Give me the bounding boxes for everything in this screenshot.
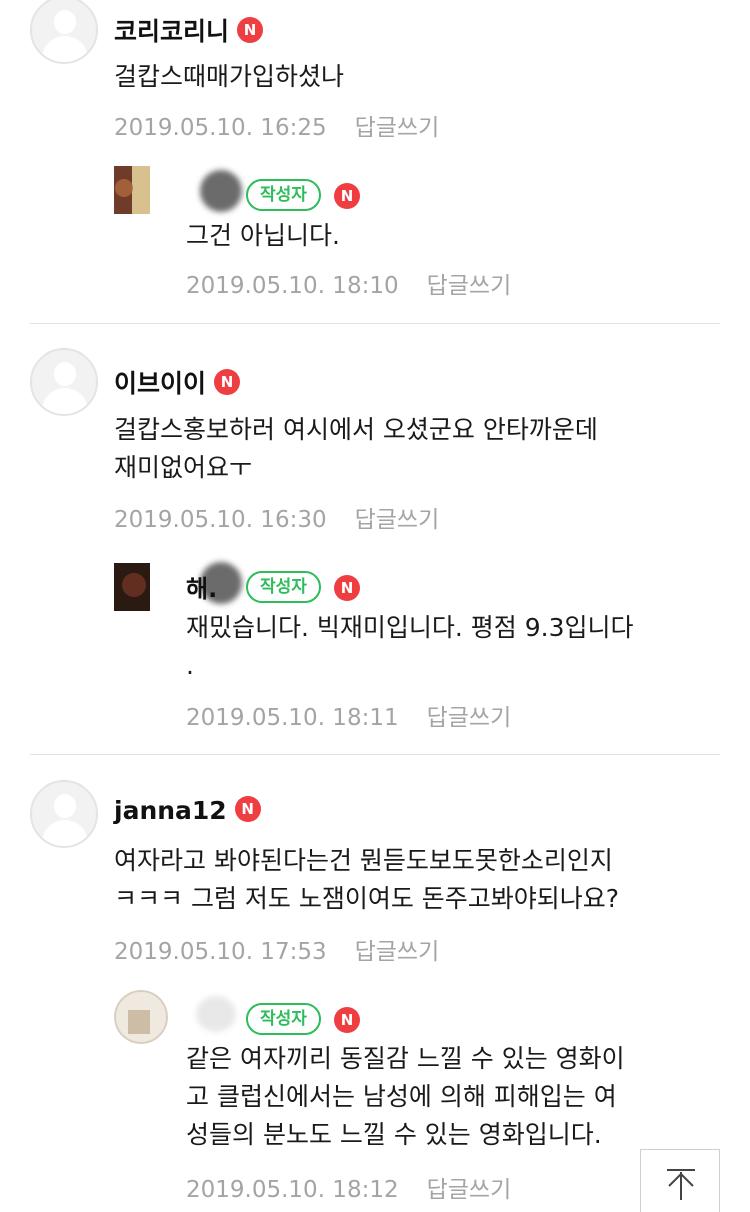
reply-button[interactable]: 답글쓰기 [427,273,512,299]
reply-text: 같은 여자끼리 동질감 느낄 수 있는 영화이 고 클럽신에서는 남성에 의해 … [186,1044,625,1149]
avatar-shoulders-shape [42,820,88,846]
blurred-nickname [200,170,242,212]
reply-meta: 2019.05.10. 18:10 답글쓰기 [186,266,511,300]
new-badge: N [334,575,360,601]
reply-nickname-partial[interactable]: 해. [186,569,217,604]
reply-meta: 2019.05.10. 18:11 답글쓰기 [186,698,511,732]
default-avatar[interactable] [30,348,98,416]
comment-text: 걸캅스때매가입하셨나 [114,62,345,91]
new-badge: N [334,183,360,209]
avatar-shoulders-shape [42,36,88,62]
reply-date: 2019.05.10. 18:12 [186,1177,399,1203]
author-avatar[interactable] [114,563,150,611]
nickname-text[interactable]: 코리코리니 [114,17,229,46]
reply-date: 2019.05.10. 18:10 [186,273,399,299]
comment-nickname[interactable]: janna12 N [114,796,261,825]
avatar-shoulders-shape [42,388,88,414]
comment-meta: 2019.05.10. 16:25 답글쓰기 [114,108,439,142]
reply-button[interactable]: 답글쓰기 [427,705,512,731]
nickname-text[interactable]: 이브이이 [114,369,206,398]
comment-nickname[interactable]: 코리코리니 N [114,12,264,48]
new-badge: N [234,796,261,822]
comment-date: 2019.05.10. 16:25 [114,115,327,141]
divider [30,754,720,755]
reply-button[interactable]: 답글쓰기 [355,939,440,965]
nickname-text[interactable]: janna12 [114,796,227,825]
avatar-head-shape [54,362,76,386]
avatar-head-shape [54,10,76,34]
default-avatar[interactable] [30,0,98,64]
author-avatar[interactable] [114,990,168,1044]
avatar-head-shape [54,794,76,818]
divider [30,323,720,324]
reply-button[interactable]: 답글쓰기 [355,115,440,141]
comment-meta: 2019.05.10. 17:53 답글쓰기 [114,932,439,966]
author-badge: 작성자 [246,571,321,603]
comment-date: 2019.05.10. 16:30 [114,507,327,533]
comment-date: 2019.05.10. 17:53 [114,939,327,965]
comment-meta: 2019.05.10. 16:30 답글쓰기 [114,500,439,534]
new-badge: N [237,17,264,43]
author-badge: 작성자 [246,179,321,211]
default-avatar[interactable] [30,780,98,848]
reply-button[interactable]: 답글쓰기 [427,1177,512,1203]
arrow-up-to-top-icon [667,1169,695,1200]
comment-text: 걸캅스홍보하러 여시에서 오셨군요 안타까운데 재미없어요ㅜ [114,415,598,482]
author-avatar-image [114,166,150,214]
author-avatar-image [114,990,168,1044]
new-badge: N [214,369,241,395]
scroll-to-top-button[interactable] [640,1149,720,1212]
new-badge: N [334,1007,360,1033]
author-avatar[interactable] [114,166,150,214]
comment-nickname[interactable]: 이브이이 N [114,364,241,400]
reply-date: 2019.05.10. 18:11 [186,705,399,731]
reply-meta: 2019.05.10. 18:12 답글쓰기 [186,1170,511,1204]
author-badge: 작성자 [246,1003,321,1035]
reply-button[interactable]: 답글쓰기 [355,507,440,533]
reply-text: 재밌습니다. 빅재미입니다. 평점 9.3입니다 . [186,613,634,680]
blurred-nickname [196,996,236,1032]
reply-text: 그건 아닙니다. [186,221,340,250]
author-avatar-image [114,563,150,611]
comment-text: 여자라고 봐야된다는건 뭔듣도보도못한소리인지 ㅋㅋㅋ 그럼 저도 노잼이여도 … [114,846,620,913]
